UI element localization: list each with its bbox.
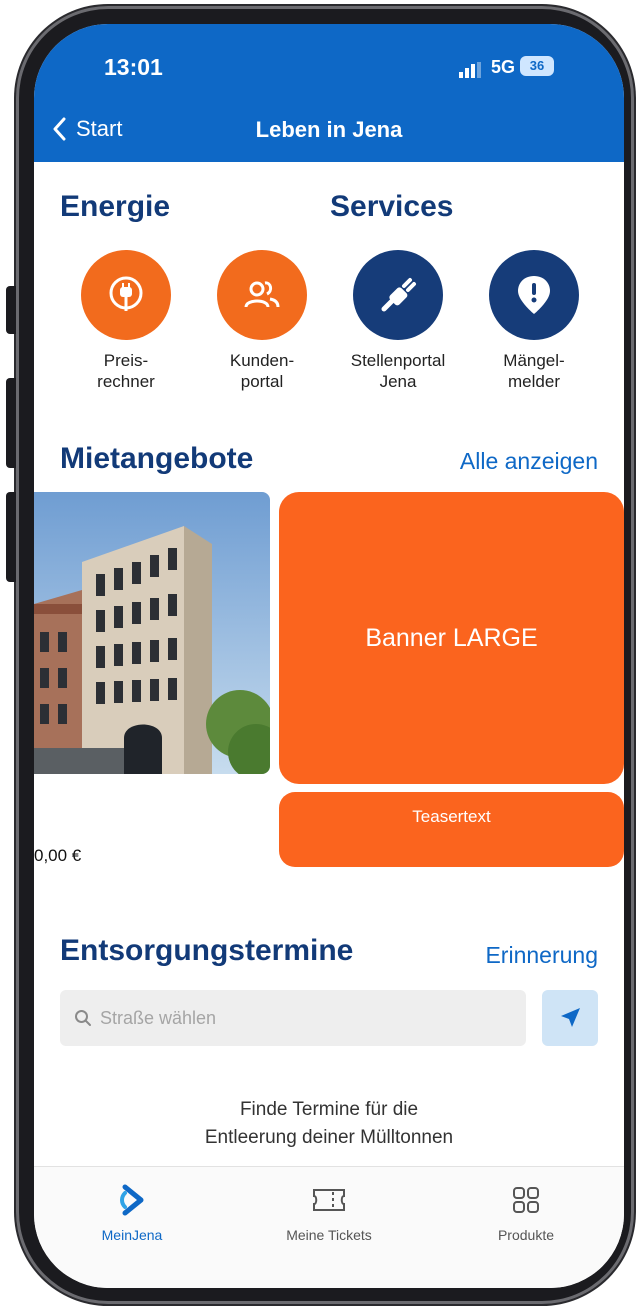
locate-button[interactable]	[542, 990, 598, 1046]
tile-label: Stellenportal Jena	[350, 351, 446, 391]
tile-label: Kunden- portal	[229, 351, 295, 391]
status-time: 13:01	[104, 54, 163, 80]
plug-icon	[81, 250, 171, 340]
listing-image[interactable]	[34, 492, 270, 774]
grid-icon	[456, 1183, 596, 1217]
tab-meine-tickets[interactable]: Meine Tickets	[259, 1183, 399, 1243]
meinjena-logo-icon	[62, 1183, 202, 1217]
volume-up-button	[6, 378, 16, 468]
tile-stellenportal[interactable]: Stellenportal Jena	[350, 250, 446, 392]
tab-produkte[interactable]: Produkte	[456, 1183, 596, 1243]
ticket-icon	[259, 1183, 399, 1217]
location-arrow-icon	[561, 1008, 580, 1027]
info-line: Entleerung deiner Mülltonnen	[204, 1127, 454, 1148]
alle-anzeigen-link[interactable]: Alle anzeigen	[460, 448, 598, 475]
tile-kundenportal[interactable]: Kunden- portal	[214, 250, 310, 392]
tab-label: Meine Tickets	[286, 1227, 372, 1243]
network-label: 5G	[491, 57, 516, 77]
tab-label: MeinJena	[101, 1227, 163, 1243]
battery-icon: 36	[520, 56, 554, 76]
entsorgung-info: Finde Termine für die Entleerung deiner …	[34, 1096, 624, 1152]
teaser-text[interactable]: Teasertext	[279, 792, 624, 867]
page-title: Leben in Jena	[255, 117, 403, 142]
services-heading: Services	[330, 190, 454, 223]
tab-label: Produkte	[497, 1227, 555, 1243]
tab-bar: MeinJena Meine Tickets Produkte	[34, 1166, 624, 1288]
search-icon	[75, 1010, 91, 1026]
tab-meinjena[interactable]: MeinJena	[62, 1183, 202, 1243]
entsorgung-heading: Entsorgungstermine	[60, 934, 354, 967]
volume-down-button	[6, 492, 16, 582]
energie-heading: Energie	[60, 190, 171, 223]
signal-icon	[459, 60, 483, 78]
users-icon	[217, 250, 307, 340]
street-search-input[interactable]	[100, 1007, 500, 1029]
plug-wrench-icon	[353, 250, 443, 340]
listing-price: 0,00 €	[34, 846, 82, 865]
mietangebote-heading: Mietangebote	[60, 442, 254, 475]
tile-maengelmelder[interactable]: Mängel- melder	[486, 250, 582, 392]
info-line: Finde Termine für die	[239, 1099, 419, 1120]
erinnerung-link[interactable]: Erinnerung	[485, 942, 598, 969]
banner-large[interactable]: Banner LARGE	[279, 492, 624, 784]
tile-label: Preis- rechner	[97, 351, 155, 391]
app-header: 13:01 5G 36 Start Leben in Jena	[34, 24, 624, 162]
mute-switch	[6, 286, 16, 334]
exclamation-pin-icon	[489, 250, 579, 340]
street-search[interactable]	[60, 990, 526, 1046]
app-screen: 13:01 5G 36 Start Leben in Jena Energie …	[34, 24, 624, 1288]
tile-label: Mängel- melder	[503, 351, 565, 391]
tile-preisrechner[interactable]: Preis- rechner	[78, 250, 174, 392]
